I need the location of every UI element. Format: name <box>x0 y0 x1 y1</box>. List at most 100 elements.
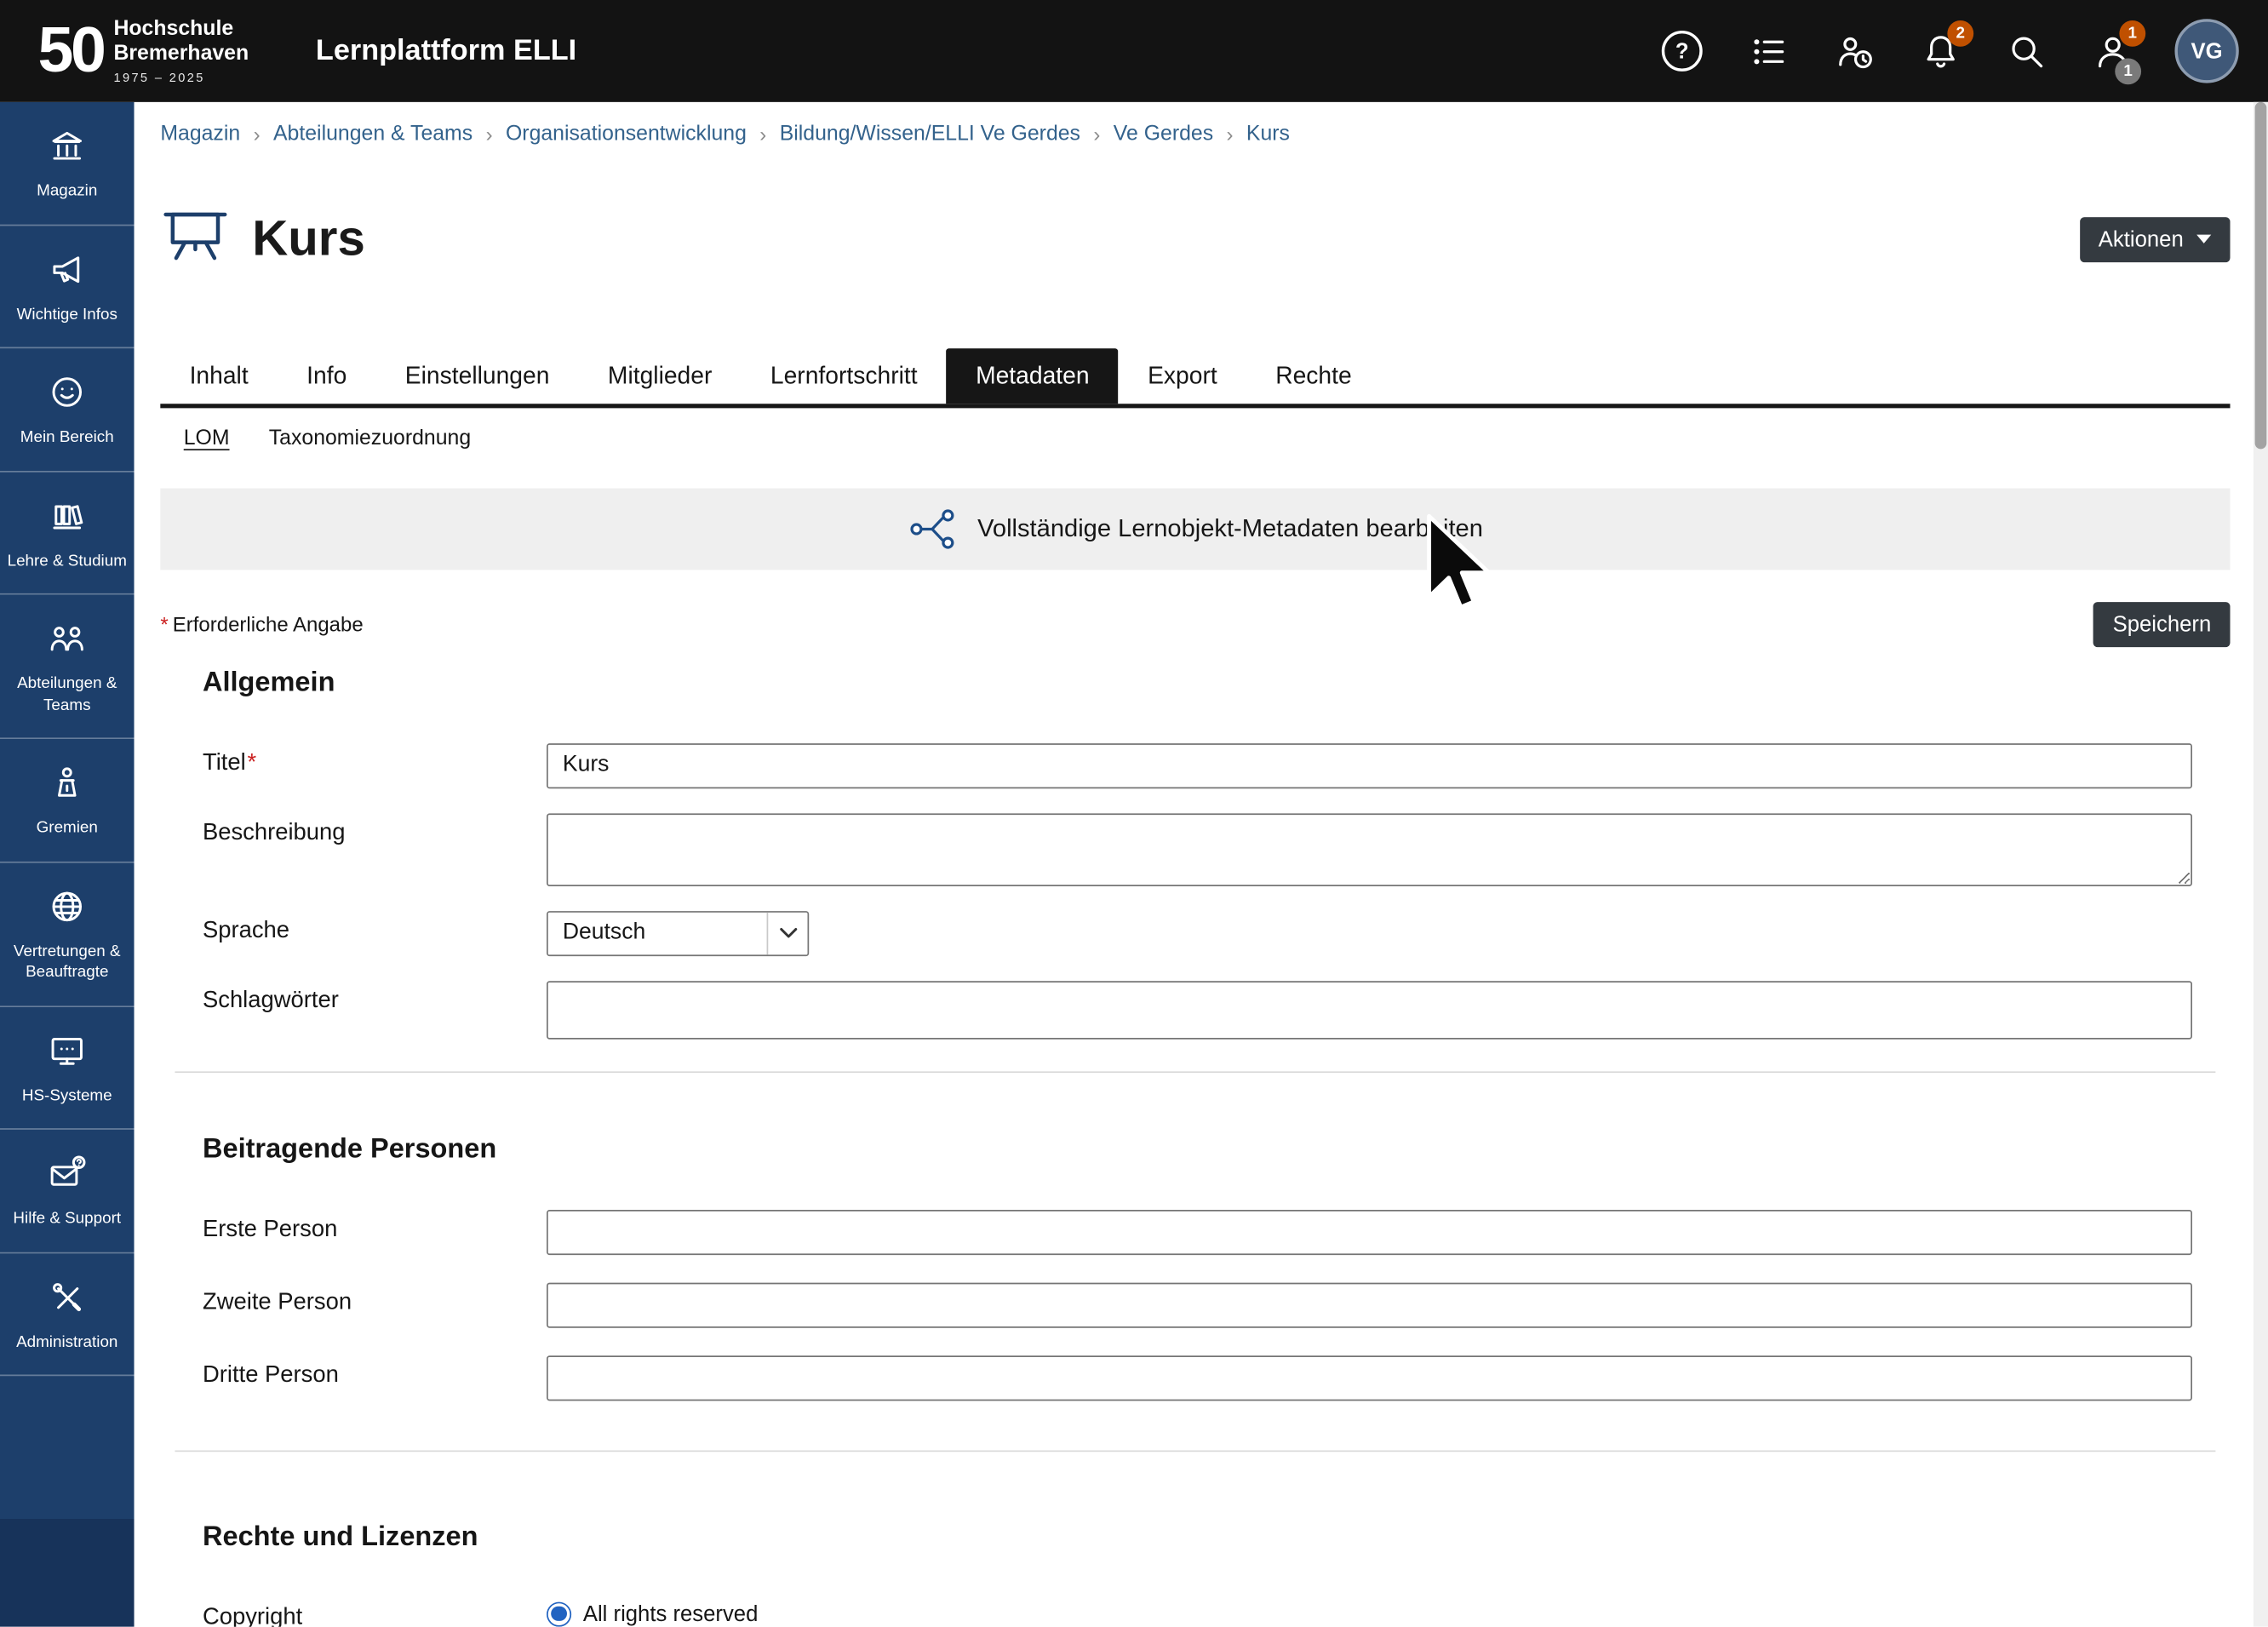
tab-bar: Inhalt Info Einstellungen Mitglieder Ler… <box>160 347 2230 407</box>
all-rights-reserved-label: All rights reserved <box>583 1601 759 1626</box>
logo-text: Hochschule Bremerhaven 1975 – 2025 <box>113 18 249 84</box>
form-row-zweite-person: Zweite Person <box>203 1282 2192 1327</box>
copyright-label: Copyright <box>203 1597 547 1627</box>
sidebar-footer <box>0 1519 135 1627</box>
globe-icon <box>48 887 86 925</box>
smiley-icon <box>48 373 86 411</box>
breadcrumb-separator: › <box>1080 123 1114 146</box>
tab-rechte[interactable]: Rechte <box>1246 347 1381 403</box>
page-title-row: Kurs Aktionen <box>160 178 2230 301</box>
edit-full-metadata-banner[interactable]: Vollständige Lernobjekt-Metadaten bearbe… <box>160 488 2230 570</box>
zweite-person-input[interactable] <box>547 1282 2192 1327</box>
sidebar-item-wichtige-infos[interactable]: Wichtige Infos <box>0 226 135 349</box>
header-actions: ? 2 <box>1658 19 2238 83</box>
breadcrumb-item[interactable]: Organisationsentwicklung <box>506 123 747 146</box>
schlagwoerter-input[interactable] <box>547 980 2192 1038</box>
breadcrumb-separator: › <box>472 123 506 146</box>
todo-list-button[interactable] <box>1744 28 1791 75</box>
titel-input[interactable] <box>547 742 2192 788</box>
app-root: 50 Hochschule Bremerhaven 1975 – 2025 Le… <box>0 0 2268 1627</box>
search-button[interactable] <box>2002 28 2049 75</box>
zweite-person-label: Zweite Person <box>203 1282 547 1315</box>
form-row-sprache: Sprache Deutsch <box>203 910 2192 955</box>
awareness-button[interactable] <box>1830 28 1877 75</box>
beschreibung-label: Beschreibung <box>203 813 547 846</box>
required-hint: *Erforderliche Angabe <box>160 612 363 635</box>
tab-einstellungen[interactable]: Einstellungen <box>376 347 579 403</box>
sidebar-item-abteilungen-teams[interactable]: Abteilungen & Teams <box>0 595 135 740</box>
breadcrumb-item[interactable]: Magazin <box>160 123 240 146</box>
actions-button[interactable]: Aktionen <box>2080 217 2231 262</box>
section-heading-rechte-lizenzen: Rechte und Lizenzen <box>203 1521 2231 1554</box>
form-row-titel: Titel* <box>203 742 2192 788</box>
people-icon <box>48 620 86 658</box>
megaphone-icon <box>48 250 86 289</box>
books-icon <box>48 496 86 535</box>
chevron-down-icon <box>2196 235 2211 243</box>
person-clock-icon <box>1835 32 1874 71</box>
beschreibung-textarea[interactable] <box>547 813 2192 886</box>
hochschule-bremerhaven-logo[interactable]: 50 Hochschule Bremerhaven 1975 – 2025 <box>38 18 249 84</box>
notifications-badge: 2 <box>1947 20 1973 47</box>
sprache-select[interactable]: Deutsch <box>547 910 809 955</box>
main-sidebar: Magazin Wichtige Infos Mein Bereich Le <box>0 102 135 1627</box>
breadcrumb-item[interactable]: Bildung/Wissen/ELLI Ve Gerdes <box>780 123 1080 146</box>
subtab-lom[interactable]: LOM <box>184 427 230 450</box>
sidebar-item-administration[interactable]: Administration <box>0 1253 135 1377</box>
sprache-selected-value: Deutsch <box>563 919 645 946</box>
form-row-erste-person: Erste Person <box>203 1209 2192 1254</box>
chevron-down-icon <box>767 912 808 954</box>
erste-person-input[interactable] <box>547 1209 2192 1254</box>
section-heading-allgemein: Allgemein <box>203 667 2231 699</box>
metadata-hub-icon <box>908 507 957 550</box>
sidebar-item-hs-systeme[interactable]: HS-Systeme <box>0 1006 135 1130</box>
top-header: 50 Hochschule Bremerhaven 1975 – 2025 Le… <box>0 0 2268 102</box>
user-avatar[interactable]: VG <box>2174 19 2238 83</box>
sidebar-item-vertretungen-beauftragte[interactable]: Vertretungen & Beauftragte <box>0 862 135 1007</box>
notifications-button[interactable]: 2 <box>1916 28 1963 75</box>
save-button[interactable]: Speichern <box>2093 601 2230 646</box>
tab-metadaten[interactable]: Metadaten <box>947 347 1119 403</box>
contacts-button[interactable]: 1 1 <box>2088 28 2135 75</box>
breadcrumb-separator: › <box>240 123 273 146</box>
subtab-bar: LOM Taxonomiezuordnung <box>160 427 2230 450</box>
building-columns-icon <box>48 127 86 165</box>
schlagwoerter-label: Schlagwörter <box>203 980 547 1013</box>
scrollbar-thumb[interactable] <box>2255 102 2267 449</box>
tab-mitglieder[interactable]: Mitglieder <box>579 347 742 403</box>
section-divider <box>175 1450 2215 1452</box>
logo-50: 50 <box>38 19 104 83</box>
breadcrumb-item[interactable]: Kurs <box>1246 123 1290 146</box>
form-row-schlagwoerter: Schlagwörter <box>203 980 2192 1038</box>
sprache-label: Sprache <box>203 910 547 943</box>
help-icon: ? <box>1662 31 1703 72</box>
help-button[interactable]: ? <box>1658 28 1705 75</box>
sidebar-item-mein-bereich[interactable]: Mein Bereich <box>0 348 135 472</box>
dritte-person-input[interactable] <box>547 1355 2192 1400</box>
tab-lernfortschritt[interactable]: Lernfortschritt <box>742 347 947 403</box>
breadcrumb-item[interactable]: Ve Gerdes <box>1114 123 1213 146</box>
page-title: Kurs <box>252 211 365 268</box>
tab-inhalt[interactable]: Inhalt <box>160 347 278 403</box>
dritte-person-label: Dritte Person <box>203 1355 547 1388</box>
tab-export[interactable]: Export <box>1119 347 1246 403</box>
subtab-taxonomiezuordnung[interactable]: Taxonomiezuordnung <box>269 427 471 450</box>
form-beitragende-personen: Erste Person Zweite Person Dritte Person <box>203 1209 2192 1400</box>
contacts-badge-new: 1 <box>2119 20 2145 47</box>
titel-label: Titel* <box>203 742 547 776</box>
all-rights-reserved-radio[interactable] <box>547 1601 571 1626</box>
required-hint-row: *Erforderliche Angabe Speichern <box>160 601 2230 646</box>
sidebar-item-gremien[interactable]: Gremien <box>0 739 135 862</box>
tools-icon <box>48 1278 86 1316</box>
sidebar-item-hilfe-support[interactable]: Hilfe & Support <box>0 1130 135 1253</box>
form-row-beschreibung: Beschreibung <box>203 813 2192 886</box>
form-rechte-lizenzen: Copyright All rights reserved <box>203 1597 2192 1627</box>
tab-info[interactable]: Info <box>278 347 376 403</box>
erste-person-label: Erste Person <box>203 1209 547 1242</box>
list-icon <box>1749 32 1788 71</box>
breadcrumb-item[interactable]: Abteilungen & Teams <box>273 123 472 146</box>
sidebar-item-lehre-studium[interactable]: Lehre & Studium <box>0 472 135 595</box>
copyright-radio-row: All rights reserved <box>547 1597 2192 1626</box>
sidebar-item-magazin[interactable]: Magazin <box>0 102 135 226</box>
vertical-scrollbar <box>2254 102 2268 1627</box>
